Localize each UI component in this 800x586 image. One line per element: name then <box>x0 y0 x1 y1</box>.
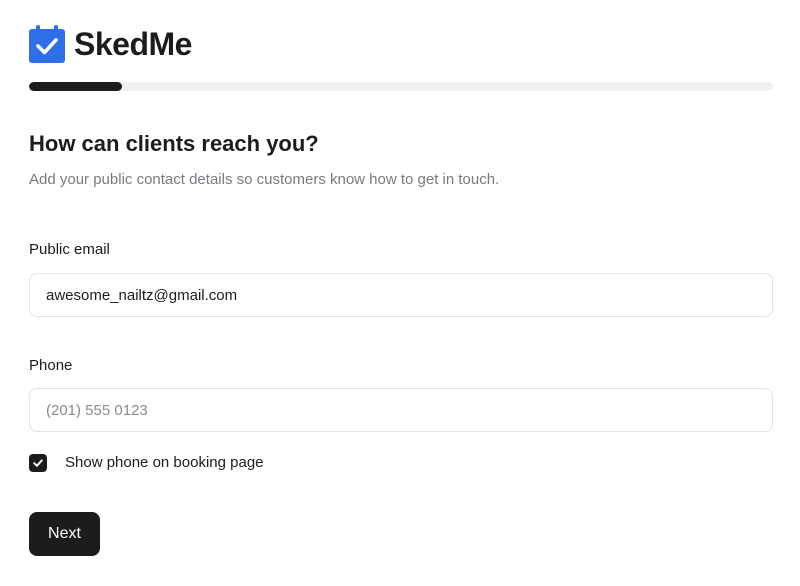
show-phone-label[interactable]: Show phone on booking page <box>65 453 264 473</box>
brand-logo: SkedMe <box>29 24 192 64</box>
progress-bar-fill <box>29 82 122 91</box>
page-title: How can clients reach you? <box>29 131 319 156</box>
show-phone-option: Show phone on booking page <box>29 453 264 473</box>
checkmark-icon <box>33 459 43 467</box>
onboarding-page: SkedMe How can clients reach you? Add yo… <box>0 0 800 586</box>
next-button[interactable]: Next <box>29 512 100 556</box>
calendar-check-icon <box>29 25 65 63</box>
show-phone-checkbox[interactable] <box>29 454 47 472</box>
email-field[interactable] <box>29 273 773 317</box>
email-field-label: Public email <box>29 241 110 258</box>
phone-field[interactable] <box>29 388 773 432</box>
phone-field-label: Phone <box>29 357 73 374</box>
page-description: Add your public contact details so custo… <box>29 171 500 188</box>
brand-name: SkedMe <box>74 26 192 62</box>
onboarding-progress-bar <box>29 82 773 91</box>
